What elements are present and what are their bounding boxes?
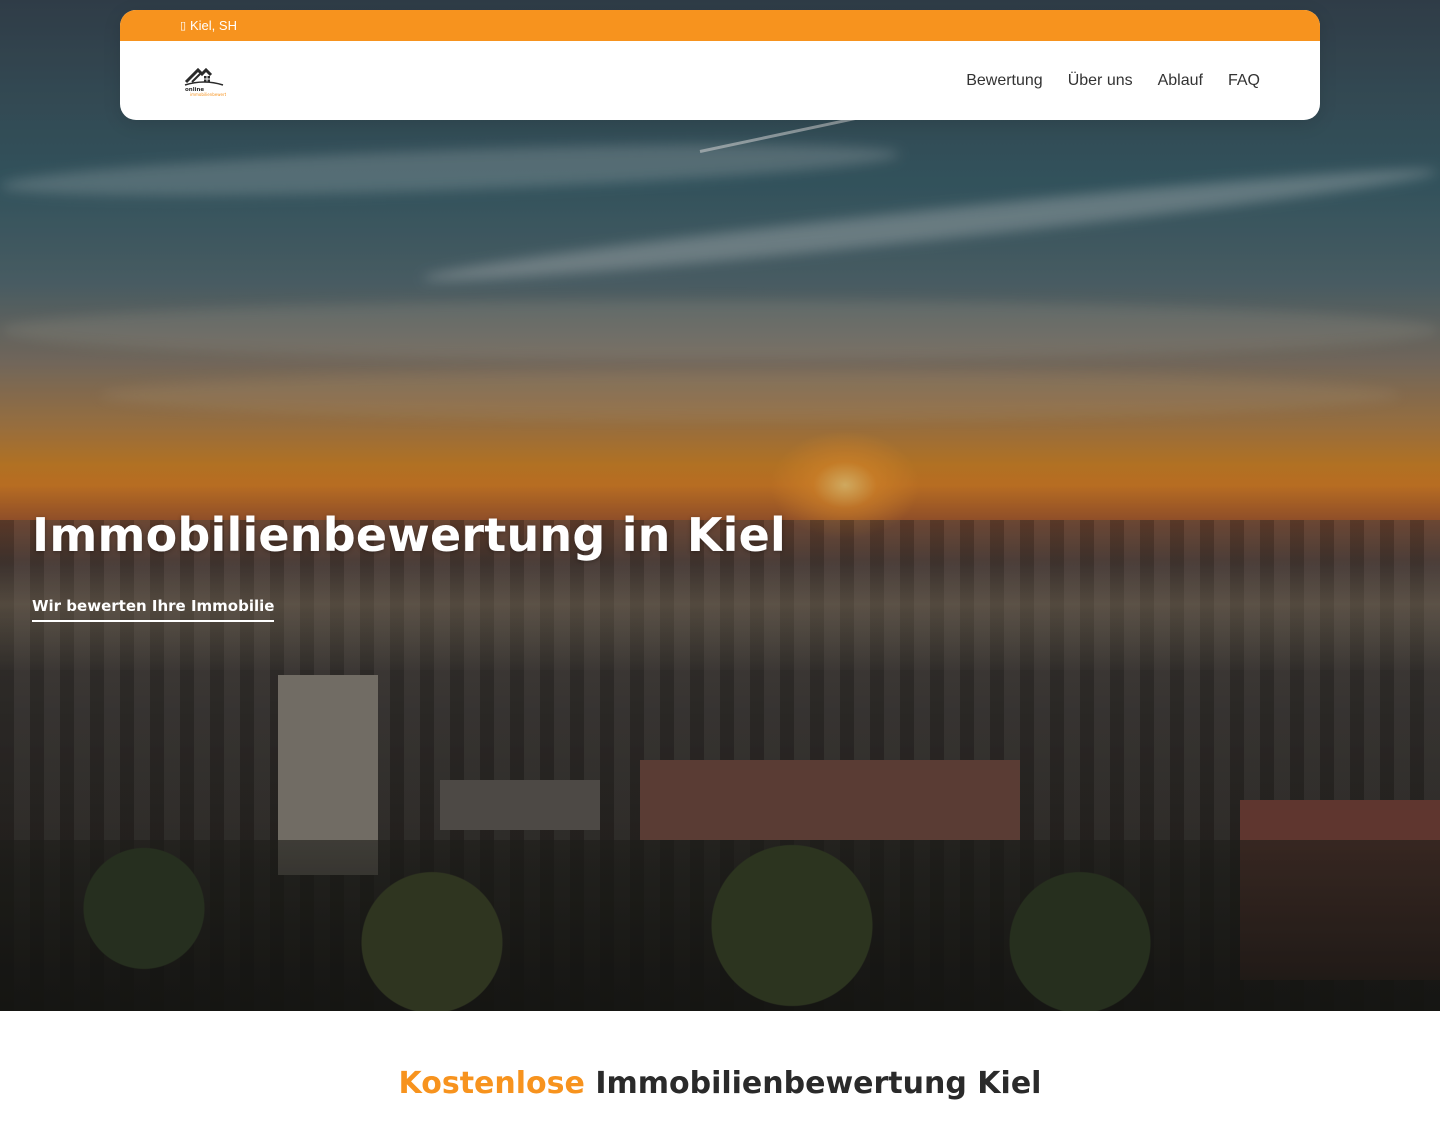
nav-link-ablauf[interactable]: Ablauf: [1158, 72, 1203, 90]
hero-overlay: [0, 0, 1440, 1011]
site-header: ▯ Kiel, SH online immobilienbewerter Bew…: [120, 10, 1320, 120]
nav-link-ueber-uns[interactable]: Über uns: [1068, 72, 1133, 90]
house-logo-icon: online immobilienbewerter: [184, 67, 226, 97]
nav-link-faq[interactable]: FAQ: [1228, 72, 1260, 90]
main-nav: Bewertung Über uns Ablauf FAQ: [966, 72, 1260, 90]
location-text: Kiel, SH: [190, 18, 237, 33]
section-heading-rest: Immobilienbewertung Kiel: [595, 1066, 1042, 1101]
section-heading: Kostenlose Immobilienbewertung Kiel: [0, 1066, 1440, 1101]
section-heading-accent: Kostenlose: [398, 1066, 585, 1101]
top-info-bar: ▯ Kiel, SH: [120, 10, 1320, 41]
hero-title: Immobilienbewertung in Kiel: [32, 508, 787, 562]
main-navigation-row: online immobilienbewerter Bewertung Über…: [120, 41, 1320, 120]
nav-link-bewertung[interactable]: Bewertung: [966, 72, 1043, 90]
hero-cta-link[interactable]: Wir bewerten Ihre Immobilie: [32, 597, 275, 622]
map-marker-icon: ▯: [180, 19, 187, 32]
hero-background: [0, 0, 1440, 1011]
svg-text:immobilienbewerter: immobilienbewerter: [190, 92, 226, 97]
site-logo[interactable]: online immobilienbewerter: [182, 61, 226, 101]
